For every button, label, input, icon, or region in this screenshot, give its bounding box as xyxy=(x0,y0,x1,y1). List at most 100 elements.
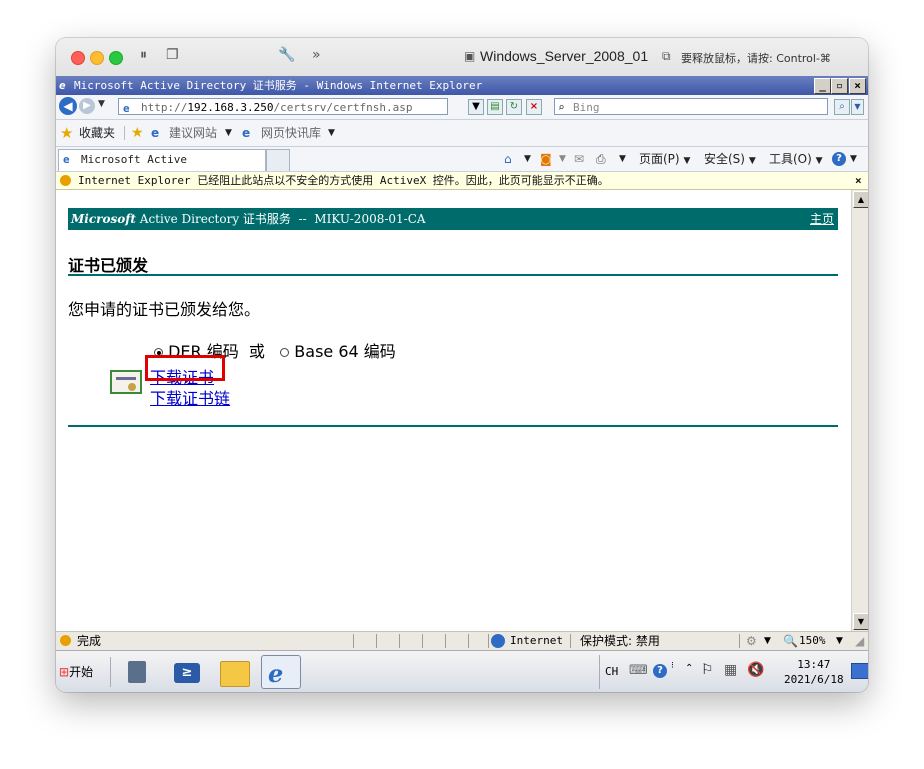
chevron-right-icon[interactable]: » xyxy=(312,47,321,63)
home-icon[interactable]: ⌂ xyxy=(504,147,512,171)
status-text: 完成 xyxy=(77,634,102,648)
compat-view-icon[interactable]: ▤ xyxy=(487,99,503,115)
back-icon[interactable]: ◀ xyxy=(59,97,77,115)
issued-message: 您申请的证书已颁发给您。 xyxy=(68,300,261,319)
search-button[interactable]: ⌕ xyxy=(834,99,850,115)
help-tray-icon[interactable]: ? xyxy=(653,664,667,678)
forward-icon[interactable]: ▶ xyxy=(79,98,95,114)
server-manager-icon[interactable] xyxy=(120,655,156,689)
help-icon[interactable]: ? xyxy=(832,152,846,166)
windows-logo-icon: ⊞ xyxy=(59,665,70,679)
divider xyxy=(124,126,125,140)
start-label: 开始 xyxy=(69,665,94,679)
page-menu[interactable]: 页面(P) ▼ xyxy=(639,147,690,173)
zoom-window-button[interactable] xyxy=(109,51,123,65)
ie-taskbar-icon[interactable]: e xyxy=(261,655,301,689)
zoom-dropdown-icon[interactable]: ▼ xyxy=(836,632,843,650)
snapshot-icon[interactable]: ❐ xyxy=(166,47,179,63)
start-button[interactable]: ⊞开始 xyxy=(59,660,103,684)
refresh-icon[interactable]: ↻ xyxy=(506,99,522,115)
search-input[interactable]: ⌕ Bing xyxy=(554,98,828,115)
footer-divider xyxy=(68,425,838,427)
resize-grip-icon[interactable]: ◢ xyxy=(855,632,864,650)
explorer-icon[interactable] xyxy=(216,655,252,689)
show-hidden-icons[interactable]: ⌃ xyxy=(685,663,693,674)
ime-options-icon[interactable]: ⁝ xyxy=(671,661,674,671)
close-window-button[interactable] xyxy=(71,51,85,65)
help-dropdown-icon[interactable]: ▼ xyxy=(850,147,857,171)
safety-menu[interactable]: 安全(S) ▼ xyxy=(704,147,756,173)
status-bar: 完成 Internet 保护模式: 禁用 ⚙ ▼ 🔍 150% ▼ ◢ xyxy=(56,631,868,650)
activex-info-bar[interactable]: Internet Explorer 已经阻止此站点以不安全的方式使用 Activ… xyxy=(56,172,868,190)
or-label: 或 xyxy=(248,342,265,361)
address-host: 192.168.3.250 xyxy=(187,101,274,114)
page-content: Microsoft Active Directory 证书服务 -- MIKU-… xyxy=(56,190,851,631)
base64-label[interactable]: Base 64 编码 xyxy=(294,342,396,361)
volume-muted-icon[interactable]: 🔇 xyxy=(747,662,764,678)
release-icon: ⧉ xyxy=(662,49,671,63)
keyboard-icon[interactable]: ⌨ xyxy=(629,663,648,678)
favorites-button[interactable]: 收藏夹 xyxy=(79,120,115,146)
tab-active[interactable]: e Microsoft Active Director... xyxy=(58,149,266,186)
mail-icon[interactable]: ✉ xyxy=(574,147,584,171)
zoom-icon[interactable]: 🔍 xyxy=(783,632,798,650)
base64-radio[interactable] xyxy=(280,348,290,357)
home-link[interactable]: 主页 xyxy=(810,208,834,230)
powershell-icon[interactable]: ≥ xyxy=(170,655,206,689)
certificate-icon xyxy=(110,370,142,394)
address-bar-row: ◀ ▶ ▼ e http://192.168.3.250/certsrv/cer… xyxy=(56,95,868,120)
zone-label[interactable]: Internet xyxy=(510,632,563,650)
zone-dropdown-icon[interactable]: ▼ xyxy=(764,632,771,650)
safety-menu-label: 安全(S) xyxy=(704,152,745,166)
show-desktop-icon[interactable] xyxy=(851,663,868,679)
pause-icon[interactable]: ⏸ xyxy=(140,47,147,63)
suggested-sites-link[interactable]: 建议网站 xyxy=(169,120,217,146)
print-dropdown-icon[interactable]: ▼ xyxy=(619,147,626,171)
scroll-up-icon[interactable]: ▲ xyxy=(853,191,868,208)
internet-zone-icon xyxy=(491,634,505,648)
address-dropdown-icon[interactable]: ▼ xyxy=(468,99,484,115)
taskbar: ⊞开始 ≥ e CH ⌨ ? ⁝ ⌃ ⚐ ▦ 🔇 13:47 2021/6/18 xyxy=(56,650,868,692)
minimize-button[interactable]: _ xyxy=(814,78,831,94)
divider xyxy=(110,657,111,687)
chevron-down-icon[interactable]: ▼ xyxy=(225,120,232,146)
banner-brand: Microsoft xyxy=(71,212,136,226)
tools-menu[interactable]: 工具(O) ▼ xyxy=(769,147,823,173)
add-favorite-icon[interactable]: ★ xyxy=(131,120,144,146)
vertical-scrollbar[interactable]: ▲ ▼ xyxy=(851,190,868,631)
maximize-button[interactable]: ▫ xyxy=(831,78,848,94)
scroll-down-icon[interactable]: ▼ xyxy=(853,613,868,630)
page-heading: 证书已颁发 xyxy=(68,256,149,275)
history-dropdown-icon[interactable]: ▼ xyxy=(98,99,105,109)
close-button[interactable]: × xyxy=(849,78,866,94)
tab-command-bar: e Microsoft Active Director... ⌂ ▼ ◙ ▼ ✉… xyxy=(56,147,868,186)
close-info-bar-icon[interactable]: × xyxy=(855,172,862,189)
input-language[interactable]: CH xyxy=(605,665,618,678)
info-bar-text: Internet Explorer 已经阻止此站点以不安全的方式使用 Activ… xyxy=(78,174,609,187)
clock[interactable]: 13:47 2021/6/18 xyxy=(784,657,844,687)
page-menu-label: 页面(P) xyxy=(639,152,680,166)
address-input[interactable]: e http://192.168.3.250/certsrv/certfnsh.… xyxy=(118,98,448,115)
chevron-down-icon[interactable]: ▼ xyxy=(328,120,335,146)
minimize-window-button[interactable] xyxy=(90,51,104,65)
ie-title-bar: e Microsoft Active Directory 证书服务 - Wind… xyxy=(56,76,868,95)
new-tab-button[interactable] xyxy=(266,149,290,171)
home-dropdown-icon[interactable]: ▼ xyxy=(524,147,531,171)
print-icon[interactable]: ⎙ xyxy=(596,147,606,171)
feeds-icon[interactable]: ◙ xyxy=(540,147,552,171)
download-certificate-chain-link[interactable]: 下载证书链 xyxy=(150,385,230,409)
network-icon[interactable]: ▦ xyxy=(724,662,737,678)
vm-icon: ▣ xyxy=(464,49,476,63)
favorites-bar: ★ 收藏夹 ★ e 建议网站 ▼ e 网页快讯库 ▼ xyxy=(56,120,868,147)
status-warning-icon[interactable] xyxy=(60,635,71,646)
search-options-icon[interactable]: ▼ xyxy=(851,99,864,115)
protected-mode-label[interactable]: 保护模式: 禁用 xyxy=(580,632,660,650)
feeds-dropdown-icon[interactable]: ▼ xyxy=(559,147,566,171)
stop-icon[interactable]: × xyxy=(526,99,542,115)
ie-site-icon: e xyxy=(242,126,251,140)
flag-icon[interactable]: ⚐ xyxy=(701,662,714,678)
zoom-level[interactable]: 150% xyxy=(799,632,826,650)
web-slice-gallery-link[interactable]: 网页快讯库 xyxy=(261,120,321,146)
wrench-icon[interactable]: 🔧 xyxy=(278,47,295,63)
zone-settings-icon[interactable]: ⚙ xyxy=(746,632,757,650)
